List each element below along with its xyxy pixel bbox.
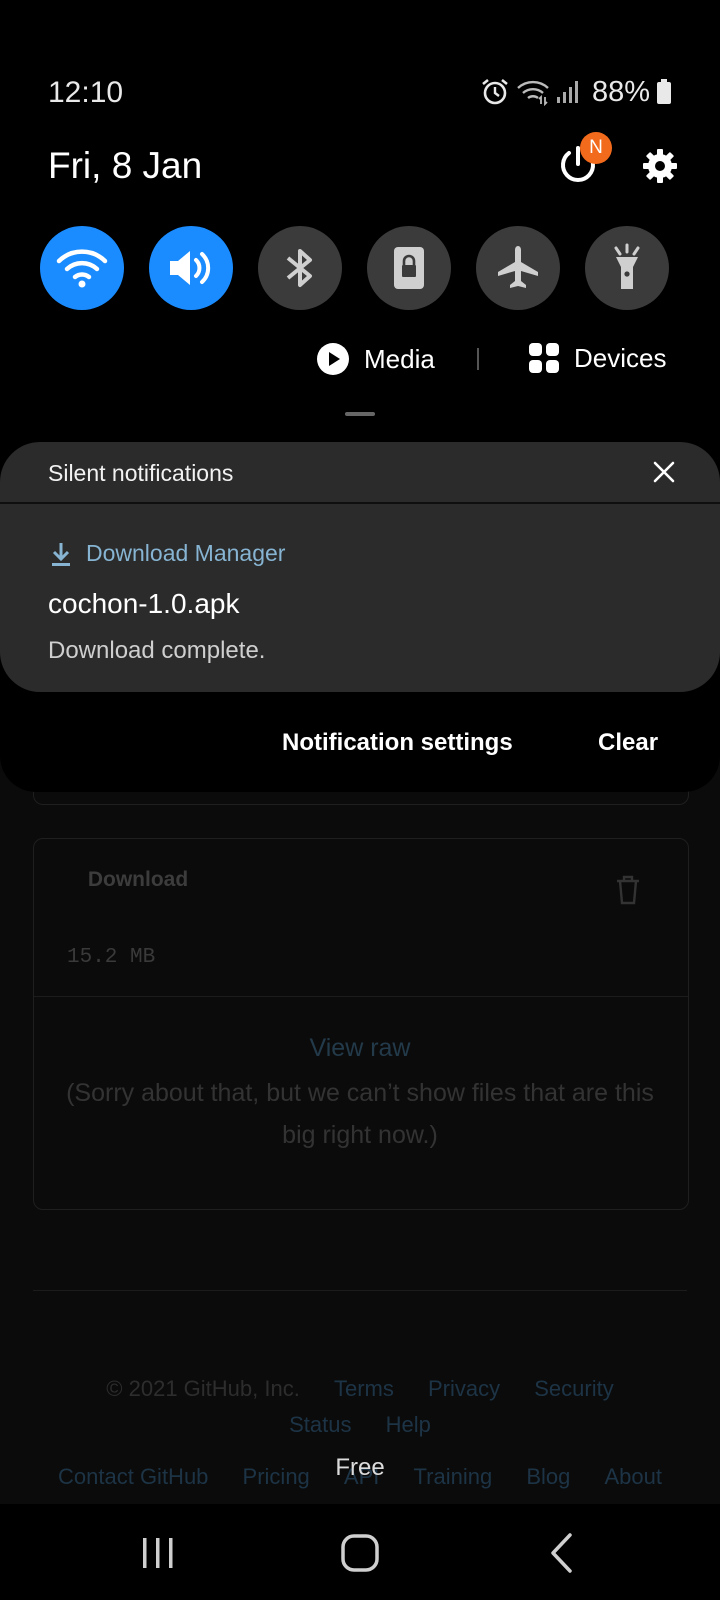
qs-bluetooth-toggle[interactable] bbox=[258, 226, 342, 310]
qs-wifi-toggle[interactable] bbox=[40, 226, 124, 310]
notification-shade: 12:10 88% Fri, 8 Jan N Media Devices Sil… bbox=[0, 0, 720, 792]
section-title: Silent notifications bbox=[48, 460, 234, 486]
bluetooth-icon bbox=[286, 249, 312, 287]
qs-flashlight-toggle[interactable] bbox=[585, 226, 669, 310]
card-divider bbox=[34, 996, 688, 997]
settings-gear-icon[interactable] bbox=[640, 146, 680, 186]
footer-row-2: Status Help bbox=[0, 1412, 720, 1438]
download-icon bbox=[52, 542, 70, 566]
play-icon bbox=[317, 343, 349, 375]
notification-settings-button[interactable]: Notification settings bbox=[282, 729, 513, 757]
media-button[interactable]: Media bbox=[316, 342, 435, 376]
download-button[interactable]: Download bbox=[58, 868, 218, 892]
qs-airplane-toggle[interactable] bbox=[476, 226, 560, 310]
media-label: Media bbox=[364, 343, 435, 374]
battery-icon bbox=[657, 79, 671, 104]
too-big-message: (Sorry about that, but we can’t show fil… bbox=[66, 1079, 654, 1149]
devices-label: Devices bbox=[574, 342, 667, 373]
rotation-lock-icon bbox=[394, 247, 424, 289]
footer-row-1: © 2021 GitHub, Inc. Terms Privacy Securi… bbox=[0, 1376, 720, 1402]
recents-icon[interactable] bbox=[140, 1536, 176, 1570]
footer-link-status[interactable]: Status bbox=[289, 1412, 351, 1437]
view-raw-link[interactable]: View raw bbox=[0, 1034, 720, 1063]
alarm-icon bbox=[482, 78, 508, 105]
file-size: 15.2 MB bbox=[67, 946, 156, 969]
clock: 12:10 bbox=[48, 76, 124, 109]
app-name: Download Manager bbox=[86, 540, 286, 566]
footer-link-help[interactable]: Help bbox=[386, 1412, 431, 1437]
airplane-icon bbox=[498, 246, 538, 288]
footer-link-privacy[interactable]: Privacy bbox=[428, 1376, 500, 1401]
notification-app-row: Download Manager bbox=[50, 540, 285, 567]
power-badge: N bbox=[580, 132, 612, 164]
notification-card[interactable]: Silent notifications Download Manager co… bbox=[0, 442, 720, 692]
devices-grid-icon bbox=[529, 343, 559, 373]
notification-body: Download complete. bbox=[48, 637, 266, 664]
row-separator bbox=[477, 348, 479, 370]
wifi-signal-icon bbox=[517, 80, 549, 106]
media-devices-row: Media Devices bbox=[0, 338, 720, 382]
date-label: Fri, 8 Jan bbox=[48, 145, 203, 186]
cell-signal-icon bbox=[556, 81, 578, 103]
back-icon[interactable] bbox=[548, 1532, 574, 1574]
devices-button[interactable]: Devices bbox=[528, 342, 666, 374]
clear-button[interactable]: Clear bbox=[598, 729, 658, 757]
trash-icon[interactable] bbox=[614, 874, 642, 906]
notification-section-header: Silent notifications bbox=[0, 442, 720, 504]
wifi-icon bbox=[56, 249, 108, 288]
qs-sound-toggle[interactable] bbox=[149, 226, 233, 310]
close-icon[interactable] bbox=[652, 460, 676, 484]
home-icon[interactable] bbox=[341, 1534, 379, 1572]
quick-settings-row bbox=[40, 226, 680, 310]
footer-copyright: © 2021 GitHub, Inc. bbox=[106, 1376, 300, 1401]
qs-portrait-toggle[interactable] bbox=[367, 226, 451, 310]
drag-handle[interactable] bbox=[345, 412, 375, 416]
notification-title: cochon-1.0.apk bbox=[48, 588, 240, 619]
footer-divider bbox=[33, 1290, 687, 1291]
status-icons: 88% bbox=[480, 74, 672, 110]
footer-link-terms[interactable]: Terms bbox=[334, 1376, 394, 1401]
navigation-bar bbox=[0, 1504, 720, 1600]
battery-percent: 88% bbox=[591, 75, 650, 108]
sound-icon bbox=[170, 251, 211, 285]
flashlight-icon bbox=[614, 243, 640, 289]
free-toast: Free bbox=[335, 1454, 385, 1481]
footer-link-security[interactable]: Security bbox=[534, 1376, 613, 1401]
